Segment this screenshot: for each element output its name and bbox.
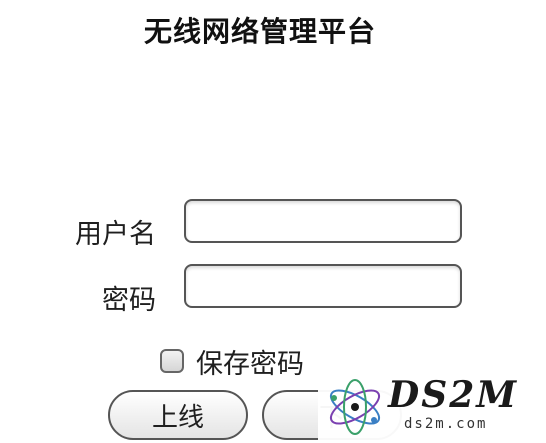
remember-password-checkbox[interactable] bbox=[160, 349, 184, 373]
watermark-brand: DS2M bbox=[388, 374, 519, 416]
watermark-domain: ds2m.com bbox=[404, 416, 488, 432]
page-title: 无线网络管理平台 bbox=[143, 15, 376, 48]
watermark: DS2M ds2m.com bbox=[318, 370, 546, 443]
remember-password-label: 保存密码 bbox=[196, 348, 304, 380]
login-button[interactable]: 上线 bbox=[108, 390, 248, 440]
password-input[interactable] bbox=[184, 264, 462, 308]
atom-logo-icon bbox=[329, 379, 381, 435]
username-label: 用户名 bbox=[75, 219, 156, 250]
password-label: 密码 bbox=[102, 285, 156, 316]
remember-password-row[interactable]: 保存密码 bbox=[160, 343, 304, 380]
username-input[interactable] bbox=[184, 199, 462, 243]
